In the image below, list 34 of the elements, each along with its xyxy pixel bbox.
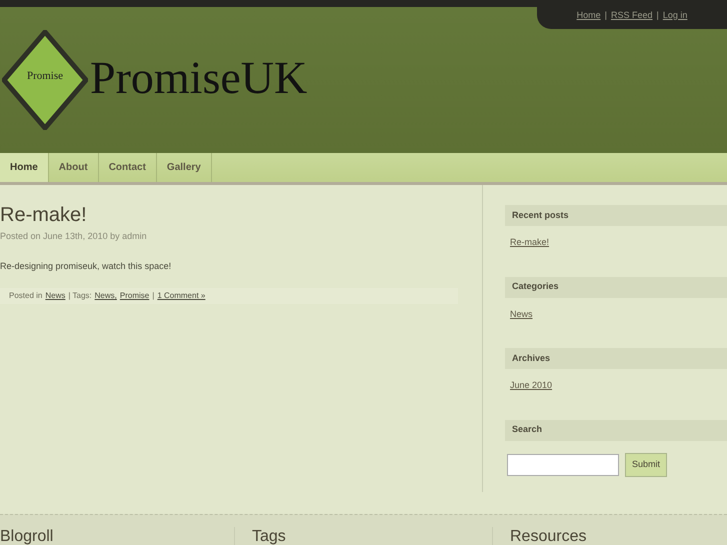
nav-tab[interactable]: About bbox=[48, 153, 99, 182]
posted-in-label: Posted in bbox=[9, 290, 42, 302]
post-title: Re-make! bbox=[0, 203, 88, 227]
link-separator: | bbox=[604, 8, 607, 22]
nav-tab[interactable]: Contact bbox=[98, 153, 157, 182]
footer-heading: Resources bbox=[510, 527, 588, 545]
footer-heading: Blogroll bbox=[0, 527, 54, 545]
submit-button[interactable]: Submit bbox=[625, 452, 668, 476]
tags-label: | Tags: bbox=[68, 290, 92, 302]
widget-link[interactable]: Re-make! bbox=[510, 236, 727, 250]
top-link[interactable]: Log in bbox=[662, 8, 688, 22]
top-link[interactable]: RSS Feed bbox=[610, 8, 652, 22]
widget-heading: Search bbox=[505, 420, 727, 440]
post-body: Re-designing promiseuk, watch this space! bbox=[0, 260, 172, 273]
logo-emblem-text: Promise bbox=[26, 68, 64, 84]
search-field[interactable] bbox=[507, 454, 619, 476]
widget-heading: Recent posts bbox=[505, 205, 727, 226]
separator-text: | bbox=[152, 290, 154, 302]
widget-heading: Archives bbox=[505, 348, 727, 369]
diamond-icon bbox=[2, 30, 88, 130]
comments-link[interactable]: 1 Comment » bbox=[157, 290, 206, 302]
top-link[interactable]: Home bbox=[576, 8, 601, 22]
widget-heading: Categories bbox=[505, 276, 727, 298]
nav-tab[interactable]: Gallery bbox=[156, 153, 212, 182]
nav-tab[interactable]: Home bbox=[0, 153, 49, 182]
tag-link[interactable]: Promise bbox=[120, 290, 150, 302]
widget-link[interactable]: News bbox=[510, 308, 727, 321]
category-link[interactable]: News bbox=[45, 290, 66, 302]
site-title: PromiseUK bbox=[90, 50, 308, 104]
footer-heading: Tags bbox=[252, 527, 287, 545]
link-separator: | bbox=[656, 8, 659, 22]
post-meta: Posted on June 13th, 2010 by admin bbox=[0, 230, 148, 243]
tag-link[interactable]: News, bbox=[94, 290, 117, 302]
widget-link[interactable]: June 2010 bbox=[510, 379, 727, 392]
